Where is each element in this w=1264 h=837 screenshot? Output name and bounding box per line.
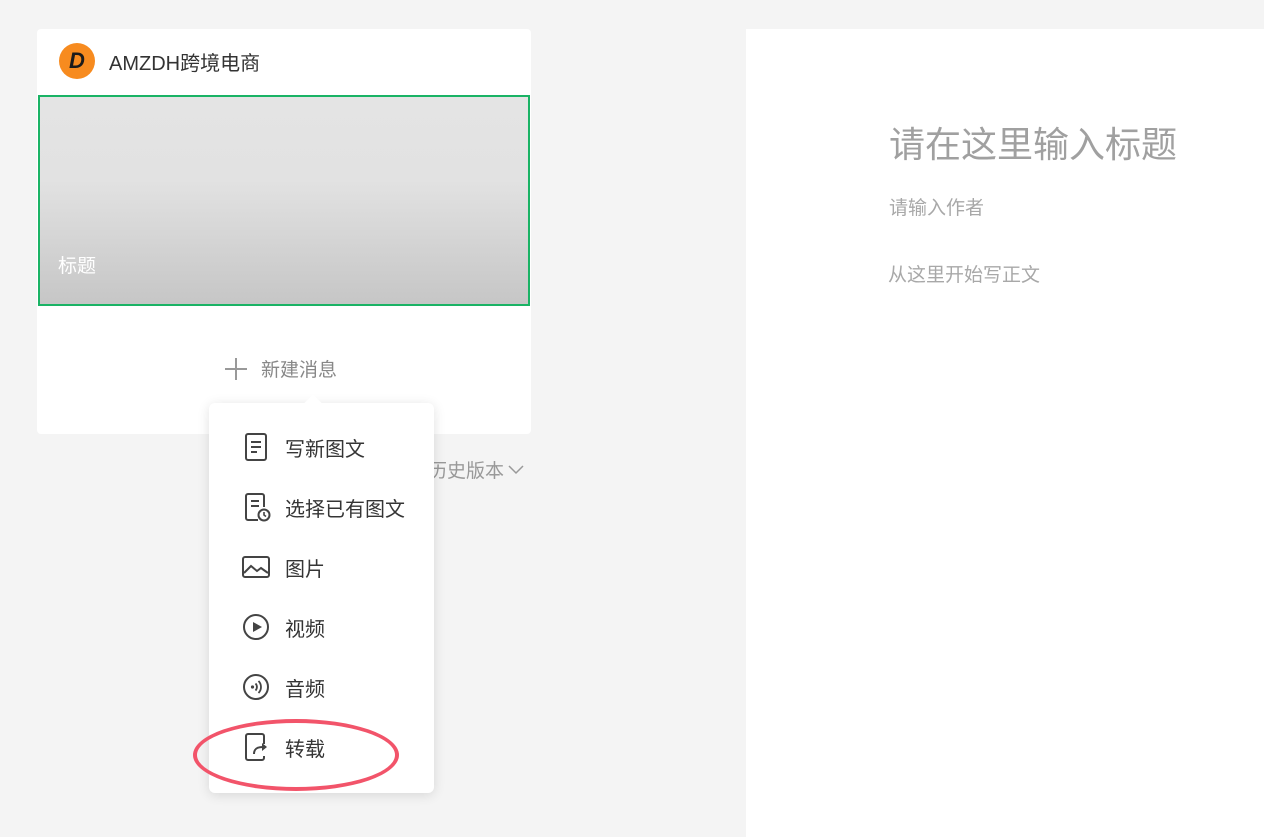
- author-input[interactable]: [889, 197, 1249, 219]
- history-version-button[interactable]: 历史版本: [428, 456, 524, 483]
- plus-icon: [225, 357, 247, 380]
- video-icon: [243, 614, 269, 640]
- article-list-card: D AMZDH跨境电商 标题 新建消息: [37, 29, 531, 434]
- menu-item-video[interactable]: 视频: [241, 610, 325, 644]
- chevron-down-icon: [508, 464, 524, 474]
- menu-item-new-article[interactable]: 写新图文: [241, 430, 365, 464]
- logo-letter: D: [69, 48, 85, 73]
- new-article-icon: [245, 433, 267, 461]
- body-editor[interactable]: 从这里开始写正文: [888, 260, 1248, 287]
- existing-article-icon: [245, 493, 271, 522]
- menu-item-label: 写新图文: [285, 436, 365, 461]
- history-version-label: 历史版本: [428, 460, 505, 482]
- account-header: D AMZDH跨境电商: [59, 43, 260, 79]
- menu-item-label: 音频: [285, 676, 325, 701]
- menu-item-label: 选择已有图文: [285, 496, 405, 521]
- title-input[interactable]: [889, 125, 1259, 166]
- repost-icon: [245, 733, 267, 761]
- audio-icon: [243, 674, 269, 700]
- image-icon: [242, 556, 270, 578]
- new-message-button[interactable]: 新建消息: [225, 355, 337, 382]
- article-editor: 从这里开始写正文: [746, 29, 1264, 837]
- menu-item-label: 转载: [285, 736, 325, 761]
- new-message-menu: 写新图文 选择已有图文 图片 视频 音频 转载: [209, 403, 434, 793]
- cover-title: 标题: [58, 255, 97, 277]
- article-cover[interactable]: 标题: [38, 95, 530, 306]
- menu-item-label: 图片: [285, 556, 325, 581]
- menu-item-repost[interactable]: 转载: [241, 730, 325, 764]
- page: D AMZDH跨境电商 标题 新建消息 历史版本 写新图文 选择已有图文 图片 …: [0, 0, 1264, 837]
- menu-item-audio[interactable]: 音频: [241, 670, 325, 704]
- menu-item-existing-article[interactable]: 选择已有图文: [241, 490, 405, 524]
- menu-item-label: 视频: [285, 616, 325, 641]
- menu-item-image[interactable]: 图片: [241, 550, 325, 584]
- account-logo: D: [59, 43, 95, 79]
- new-message-label: 新建消息: [261, 359, 338, 381]
- account-name: AMZDH跨境电商: [109, 52, 261, 75]
